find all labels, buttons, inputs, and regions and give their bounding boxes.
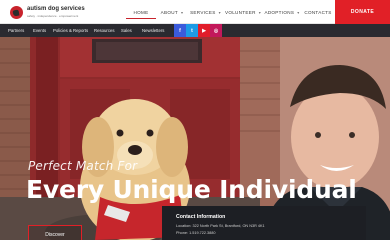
nav-item-services[interactable]: Services ▾	[188, 0, 223, 24]
nav-item-label: Services	[190, 9, 216, 15]
nav-item-volunteer[interactable]: Volunteer ▾	[223, 0, 263, 24]
secondary-nav: Partners Events Policies & Reports Resou…	[8, 24, 172, 37]
hero-tagline: Perfect Match For	[28, 159, 138, 173]
dog-logo-icon	[10, 6, 23, 19]
chevron-down-icon: ▾	[297, 9, 300, 15]
nav-item-label: Adoptions	[264, 9, 295, 15]
contact-location: Location: 322 North Park St, Brantford, …	[176, 224, 265, 228]
donate-button[interactable]: Donate	[335, 0, 390, 24]
nav-item-about[interactable]: About ▾	[156, 0, 188, 24]
secondary-nav-bar: Partners Events Policies & Reports Resou…	[0, 24, 390, 37]
nav-item-adoptions[interactable]: Adoptions ▾	[263, 0, 301, 24]
nav-item-home[interactable]: Home	[126, 0, 156, 24]
contact-phone[interactable]: Phone: 1.519.722.3880	[176, 231, 215, 235]
subnav-item-partners[interactable]: Partners	[8, 24, 33, 37]
subnav-item-newsletters[interactable]: Newsletters	[142, 24, 172, 37]
subnav-item-resources[interactable]: Resources	[94, 24, 121, 37]
brand-tagline: safety · independence · empowerment	[27, 14, 79, 18]
nav-item-label: About	[160, 9, 178, 15]
brand-name: autism dog services	[27, 6, 85, 12]
discover-button[interactable]: Discover	[28, 225, 82, 240]
chevron-down-icon: ▾	[181, 9, 184, 15]
contact-title: Contact Information	[176, 214, 226, 220]
chevron-down-icon: ▾	[258, 9, 262, 15]
instagram-icon[interactable]: ◎	[210, 24, 222, 37]
nav-item-label: Home	[133, 9, 149, 15]
site-header: autism dog services safety · independenc…	[0, 0, 390, 24]
subnav-item-events[interactable]: Events	[33, 24, 53, 37]
nav-item-label: Volunteer	[224, 9, 256, 15]
social-links: f t ▶ ◎	[174, 24, 222, 37]
subnav-item-sales[interactable]: Sales	[121, 24, 142, 37]
nav-item-contacts[interactable]: Contacts	[301, 0, 335, 24]
hero-headline: Every Unique Individual	[26, 175, 357, 204]
twitter-icon[interactable]: t	[186, 24, 198, 37]
contact-info-box: Contact Information Location: 322 North …	[162, 206, 366, 240]
nav-item-label: Contacts	[304, 9, 332, 15]
subnav-item-policies-reports[interactable]: Policies & Reports	[53, 24, 94, 37]
facebook-icon[interactable]: f	[174, 24, 186, 37]
chevron-down-icon: ▾	[218, 9, 221, 15]
youtube-icon[interactable]: ▶	[198, 24, 210, 37]
site-logo[interactable]: autism dog services safety · independenc…	[6, 3, 86, 21]
main-nav: Home About ▾ Services ▾ Volunteer ▾ Adop…	[126, 0, 335, 24]
